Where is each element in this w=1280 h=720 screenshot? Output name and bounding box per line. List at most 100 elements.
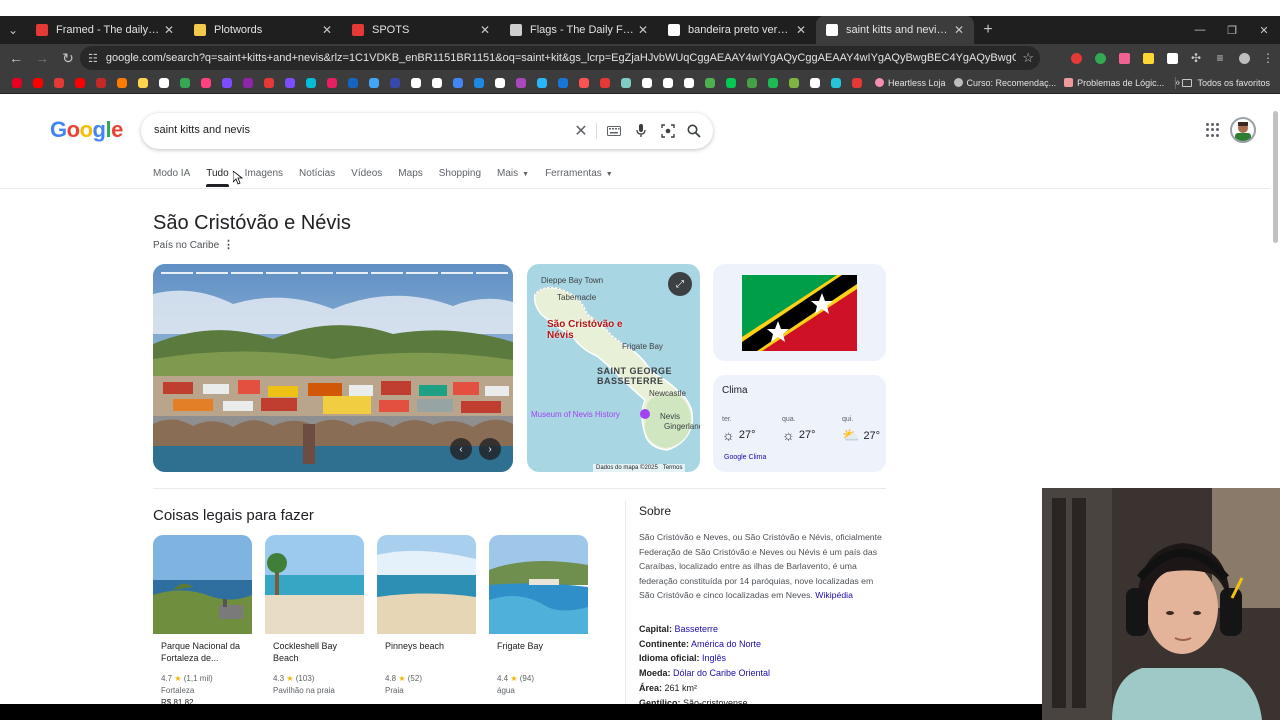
bookmark-favicon-icon[interactable] — [720, 72, 741, 94]
carousel-prev-button[interactable]: ‹ — [450, 438, 472, 460]
carousel-next-button[interactable]: › — [479, 438, 501, 460]
bookmark-favicon-icon[interactable] — [342, 72, 363, 94]
map-card[interactable]: Dieppe Bay Town Tabernacle São Cristóvão… — [527, 264, 700, 472]
bookmark-favicon-icon[interactable] — [363, 72, 384, 94]
bookmark-favicon-icon[interactable] — [447, 72, 468, 94]
weather-card[interactable]: Clima ter. ☼ 27° qua. ☼ 27° qui. ⛅ 27° Goog… — [713, 375, 886, 472]
bookmark-favicon-icon[interactable] — [594, 72, 615, 94]
bookmark-favicon-icon[interactable] — [6, 72, 27, 94]
scrollbar-thumb[interactable] — [1273, 111, 1278, 243]
bookmark-favicon-icon[interactable] — [426, 72, 447, 94]
fact-value-link[interactable]: América do Norte — [691, 639, 761, 649]
bookmark-favicon-icon[interactable] — [258, 72, 279, 94]
back-icon[interactable]: ← — [4, 46, 28, 70]
address-url[interactable]: google.com/search?q=saint+kitts+and+nevi… — [106, 52, 1016, 64]
address-bar[interactable]: ☷ google.com/search?q=saint+kitts+and+ne… — [80, 46, 1040, 70]
tab-close-icon[interactable]: ✕ — [794, 23, 808, 37]
wikipedia-link[interactable]: Wikipédia — [815, 590, 853, 600]
browser-tab[interactable]: Plotwords ✕ — [184, 16, 342, 44]
avatar[interactable] — [1230, 117, 1256, 143]
search-icon[interactable] — [684, 121, 704, 141]
all-bookmarks[interactable]: Todos os favoritos — [1182, 78, 1270, 88]
bookmark-favicon-icon[interactable] — [321, 72, 342, 94]
profile-icon[interactable] — [1232, 46, 1256, 70]
bookmark-favicon-icon[interactable] — [489, 72, 510, 94]
bookmark-favicon-icon[interactable] — [573, 72, 594, 94]
extension-icon[interactable] — [1136, 46, 1160, 70]
extension-icon[interactable] — [1112, 46, 1136, 70]
bookmark-curso[interactable]: Curso: Recomendaç... — [953, 78, 1056, 88]
extension-icon[interactable] — [1064, 46, 1088, 70]
bookmark-favicon-icon[interactable] — [27, 72, 48, 94]
fact-value-link[interactable]: Dólar do Caribe Oriental — [673, 668, 770, 678]
place-card[interactable]: Parque Nacional da Fortaleza de... 4.7 ★… — [153, 535, 252, 707]
browser-tab[interactable]: bandeira preto verde vermelho✕ — [658, 16, 816, 44]
tab-close-icon[interactable]: ✕ — [162, 23, 176, 37]
tab-notícias[interactable]: Notícias — [299, 168, 335, 188]
new-tab-button[interactable]: + — [974, 16, 1002, 44]
menu-icon[interactable]: ⋮ — [1256, 46, 1280, 70]
place-card[interactable]: Frigate Bay 4.4 ★ (94) água — [489, 535, 588, 695]
reload-icon[interactable]: ↻ — [56, 46, 80, 70]
tab-mais[interactable]: Mais ▼ — [497, 168, 529, 188]
camera-lens-icon[interactable] — [658, 121, 678, 141]
bookmark-favicon-icon[interactable] — [69, 72, 90, 94]
browser-tab[interactable]: saint kitts and nevis - Pesquisa Google✕ — [816, 16, 974, 44]
site-info-icon[interactable]: ☷ — [88, 52, 98, 65]
bookmark-favicon-icon[interactable] — [90, 72, 111, 94]
bookmark-favicon-icon[interactable] — [195, 72, 216, 94]
keyboard-icon[interactable] — [604, 121, 624, 141]
browser-tab[interactable]: Framed - The daily movie guessing game✕ — [26, 16, 184, 44]
bookmark-favicon-icon[interactable] — [804, 72, 825, 94]
expand-map-icon[interactable]: ⤢ — [668, 272, 692, 296]
puzzle-icon[interactable]: ✣ — [1184, 46, 1208, 70]
bookmark-favicon-icon[interactable] — [216, 72, 237, 94]
bookmark-favicon-icon[interactable] — [657, 72, 678, 94]
tab-close-icon[interactable]: ✕ — [636, 23, 650, 37]
google-logo[interactable]: Google — [50, 117, 123, 143]
tab-close-icon[interactable]: ✕ — [478, 23, 492, 37]
clear-icon[interactable]: ✕ — [571, 121, 591, 141]
minimize-icon[interactable]: — — [1184, 16, 1216, 44]
close-window-icon[interactable]: ✕ — [1248, 16, 1280, 44]
tab-tudo[interactable]: Tudo — [206, 168, 229, 188]
map-terms-link[interactable]: Termos — [663, 465, 683, 471]
tab-vídeos[interactable]: Vídeos — [351, 168, 382, 188]
tab-maps[interactable]: Maps — [398, 168, 422, 188]
bookmark-favicon-icon[interactable] — [678, 72, 699, 94]
tab-modo-ia[interactable]: Modo IA — [153, 168, 190, 188]
bookmark-favicon-icon[interactable] — [762, 72, 783, 94]
media-icon[interactable]: ≡ — [1208, 46, 1232, 70]
tab-close-icon[interactable]: ✕ — [320, 23, 334, 37]
bookmark-favicon-icon[interactable] — [300, 72, 321, 94]
tab-imagens[interactable]: Imagens — [245, 168, 283, 188]
microphone-icon[interactable] — [631, 121, 651, 141]
bookmark-favicon-icon[interactable] — [153, 72, 174, 94]
bookmark-problemas[interactable]: Problemas de Lógic... — [1064, 78, 1164, 88]
bookmark-heartless[interactable]: Heartless Loja — [875, 78, 946, 88]
tab-ferramentas[interactable]: Ferramentas ▼ — [545, 168, 613, 188]
apps-grid-icon[interactable] — [1206, 123, 1220, 137]
browser-tab[interactable]: SPOTS ✕ — [342, 16, 500, 44]
bookmark-favicon-icon[interactable] — [279, 72, 300, 94]
bookmark-favicon-icon[interactable] — [384, 72, 405, 94]
extension-icon[interactable] — [1160, 46, 1184, 70]
tab-shopping[interactable]: Shopping — [439, 168, 481, 188]
bookmark-favicon-icon[interactable] — [741, 72, 762, 94]
search-input[interactable]: saint kitts and nevis — [154, 124, 250, 136]
bookmark-favicon-icon[interactable] — [405, 72, 426, 94]
bookmark-favicon-icon[interactable] — [132, 72, 153, 94]
bookmark-favicon-icon[interactable] — [237, 72, 258, 94]
bookmark-star-icon[interactable]: ☆ — [1022, 50, 1034, 66]
tab-search-icon[interactable]: ⌄ — [0, 16, 26, 44]
search-box[interactable]: saint kitts and nevis ✕ — [141, 113, 713, 149]
extension-icon[interactable] — [1088, 46, 1112, 70]
google-weather-link[interactable]: Google Clima — [724, 454, 766, 461]
bookmark-favicon-icon[interactable] — [615, 72, 636, 94]
flag-card[interactable] — [713, 264, 886, 361]
bookmark-favicon-icon[interactable] — [111, 72, 132, 94]
fact-value-link[interactable]: Inglês — [702, 653, 726, 663]
photo-carousel[interactable]: ‹ › — [153, 264, 513, 472]
bookmark-favicon-icon[interactable] — [510, 72, 531, 94]
bookmark-favicon-icon[interactable] — [174, 72, 195, 94]
